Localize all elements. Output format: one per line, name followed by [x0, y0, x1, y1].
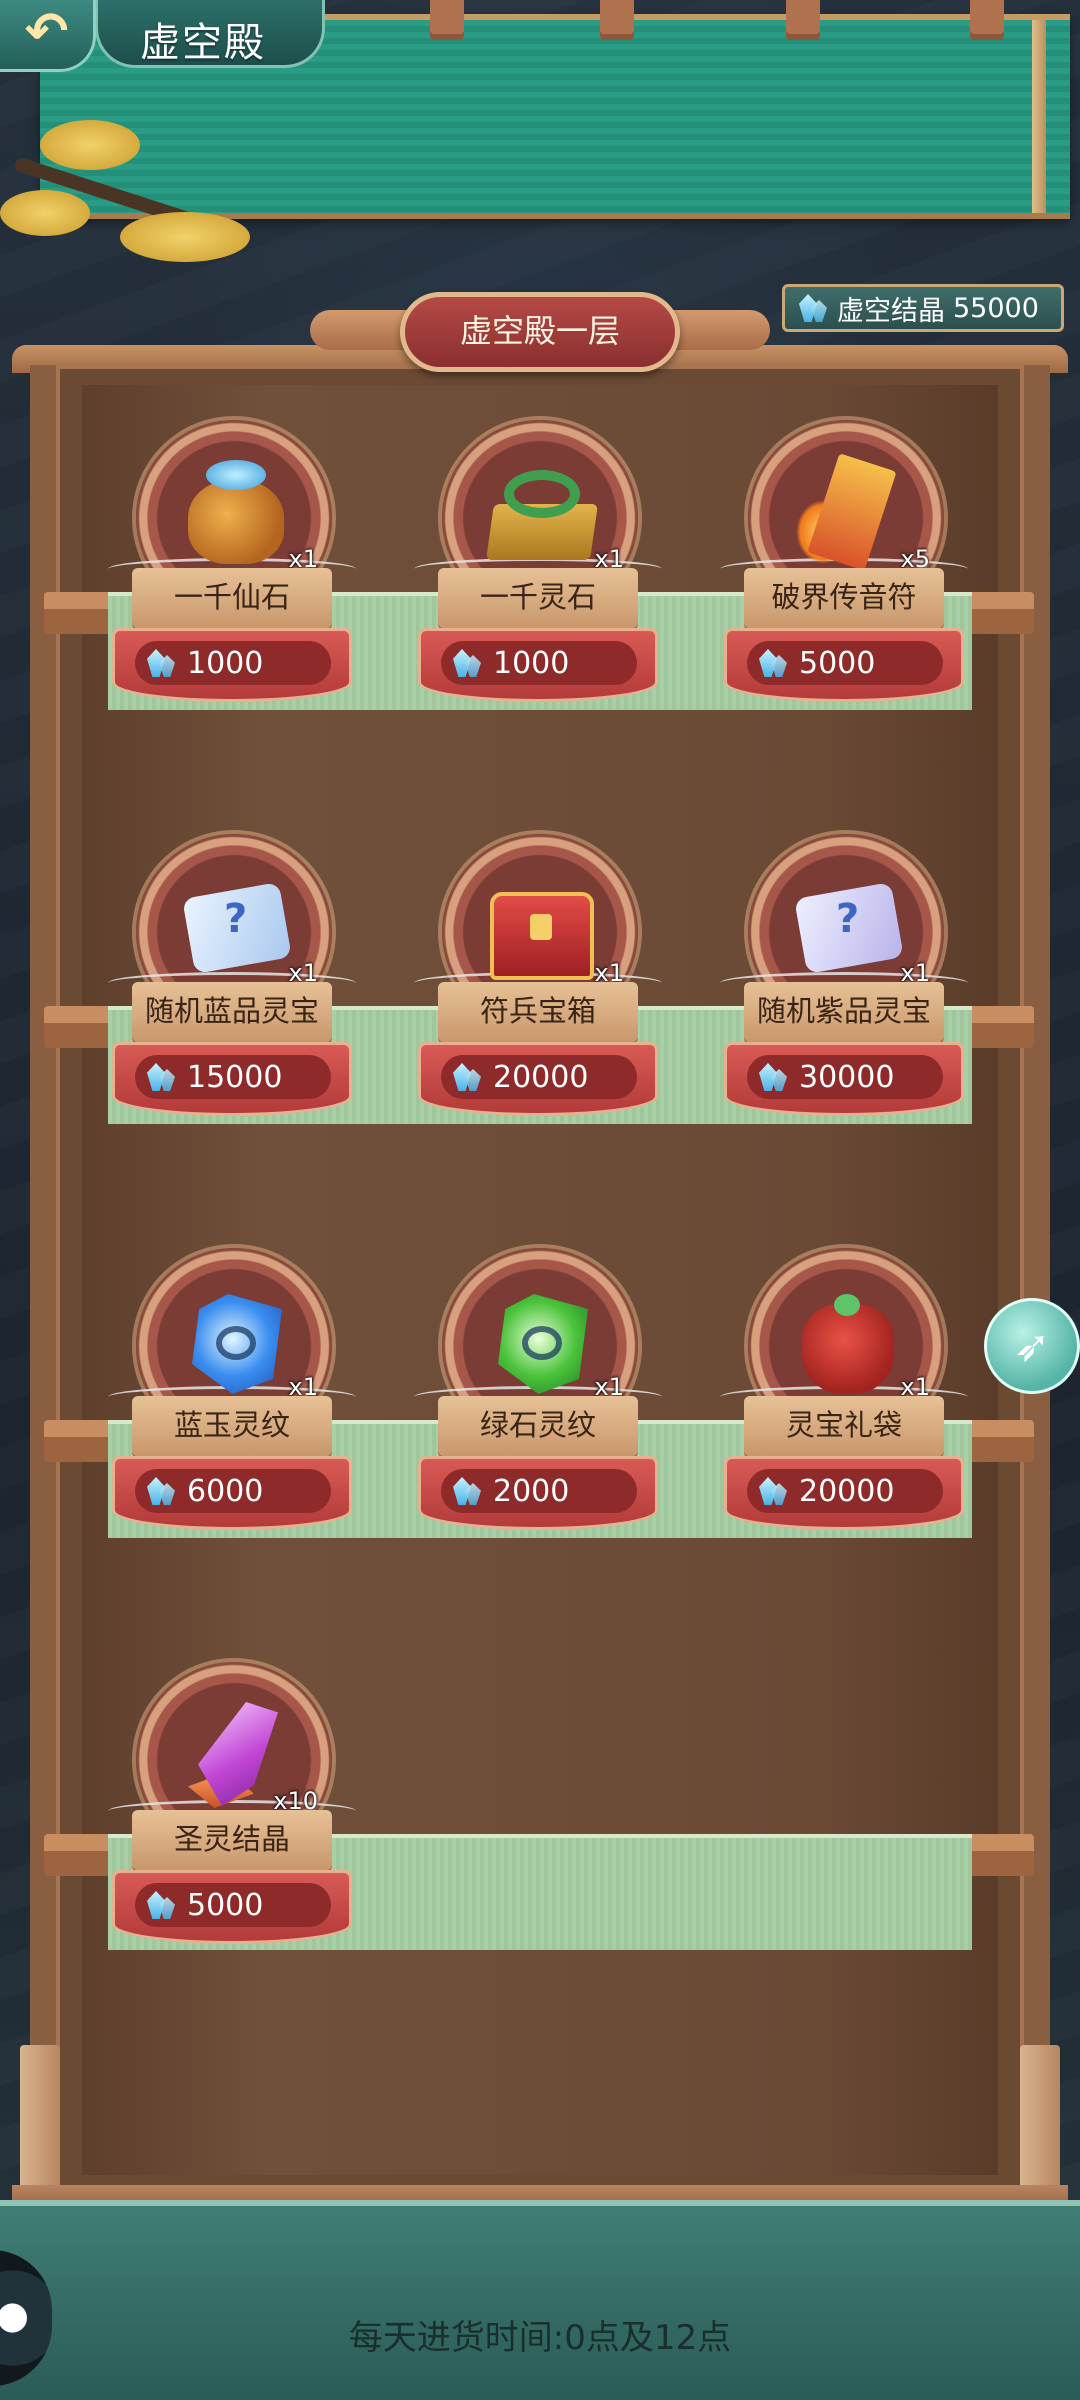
item-name: 随机蓝品灵宝	[132, 982, 332, 1042]
buy-button[interactable]: 5000	[112, 1870, 352, 1944]
item-name: 一千灵石	[438, 568, 638, 628]
item-name: 破界传音符	[744, 568, 944, 628]
money-bag-icon	[184, 460, 288, 570]
item-price: 20000	[493, 1059, 589, 1095]
buy-button[interactable]: 20000	[724, 1456, 964, 1530]
shop-item[interactable]: x1 一千仙石 1000	[108, 420, 356, 720]
crystal-icon	[757, 1475, 789, 1507]
item-price: 1000	[187, 645, 264, 681]
gift-bag-icon	[796, 1288, 900, 1398]
buy-button[interactable]: 5000	[724, 628, 964, 702]
buy-button[interactable]: 6000	[112, 1456, 352, 1530]
page-title: 虚空殿	[140, 20, 266, 66]
crystal-icon	[145, 1061, 177, 1093]
item-name: 蓝玉灵纹	[132, 1396, 332, 1456]
buy-button[interactable]: 2000	[418, 1456, 658, 1530]
item-name: 随机紫品灵宝	[744, 982, 944, 1042]
rocket-button[interactable]: ➶	[984, 1298, 1080, 1394]
banner-peg	[430, 0, 464, 40]
back-button[interactable]: ↶	[0, 0, 96, 72]
buy-button[interactable]: 30000	[724, 1042, 964, 1116]
buy-button[interactable]: 1000	[112, 628, 352, 702]
currency-amount: 55000	[953, 292, 1039, 324]
item-price: 15000	[187, 1059, 283, 1095]
shop-item[interactable]: x1 一千灵石 1000	[414, 420, 662, 720]
purple-scroll-icon: ?	[794, 874, 904, 984]
item-name: 灵宝礼袋	[744, 1396, 944, 1456]
rocket-icon: ➶	[1013, 1320, 1051, 1372]
pine-tree-decoration	[0, 120, 260, 290]
currency-display: 虚空结晶 55000	[782, 284, 1064, 332]
crystal-icon	[451, 1475, 483, 1507]
crystal-icon	[757, 1061, 789, 1093]
item-name: 绿石灵纹	[438, 1396, 638, 1456]
jade-chest-icon	[486, 460, 598, 570]
item-name: 符兵宝箱	[438, 982, 638, 1042]
shop-item[interactable]: x1 蓝玉灵纹 6000	[108, 1248, 356, 1548]
shop-item[interactable]: x1 灵宝礼袋 20000	[720, 1248, 968, 1548]
treasure-chest-icon	[490, 874, 594, 984]
shop-item[interactable]: x10 圣灵结晶 5000	[108, 1662, 356, 1962]
buy-button[interactable]: 15000	[112, 1042, 352, 1116]
buy-button[interactable]: 1000	[418, 628, 658, 702]
shop-item[interactable]: x1 符兵宝箱 20000	[414, 834, 662, 1134]
currency-label: 虚空结晶	[837, 295, 945, 327]
talisman-icon	[796, 453, 900, 571]
banner-peg	[970, 0, 1004, 40]
item-name: 一千仙石	[132, 568, 332, 628]
item-price: 5000	[187, 1887, 264, 1923]
shop-item[interactable]: x1 绿石灵纹 2000	[414, 1248, 662, 1548]
shop-item[interactable]: x5 破界传音符 5000	[720, 420, 968, 720]
buy-button[interactable]: 20000	[418, 1042, 658, 1116]
item-price: 30000	[799, 1059, 895, 1095]
bottom-bar	[0, 2200, 1080, 2400]
item-price: 20000	[799, 1473, 895, 1509]
crystal-icon	[451, 647, 483, 679]
crystal-icon	[451, 1061, 483, 1093]
restock-time-text: 每天进货时间:0点及12点	[348, 2318, 732, 2358]
item-price: 1000	[493, 645, 570, 681]
green-gem-icon	[490, 1288, 594, 1398]
crystal-icon	[145, 1475, 177, 1507]
banner-peg	[786, 0, 820, 40]
crystal-icon	[145, 647, 177, 679]
crystal-icon	[145, 1889, 177, 1921]
shop-item[interactable]: ? x1 随机紫品灵宝 30000	[720, 834, 968, 1134]
blue-scroll-icon: ?	[182, 874, 292, 984]
back-arrow-icon: ↶	[24, 2, 69, 62]
item-price: 5000	[799, 645, 876, 681]
banner-peg	[600, 0, 634, 40]
item-name: 圣灵结晶	[132, 1810, 332, 1870]
item-price: 6000	[187, 1473, 264, 1509]
item-price: 2000	[493, 1473, 570, 1509]
blue-gem-icon	[184, 1288, 288, 1398]
shop-item[interactable]: ? x1 随机蓝品灵宝 15000	[108, 834, 356, 1134]
crystal-icon	[757, 647, 789, 679]
crystal-icon	[797, 292, 829, 324]
floor-label: 虚空殿一层	[400, 292, 680, 372]
